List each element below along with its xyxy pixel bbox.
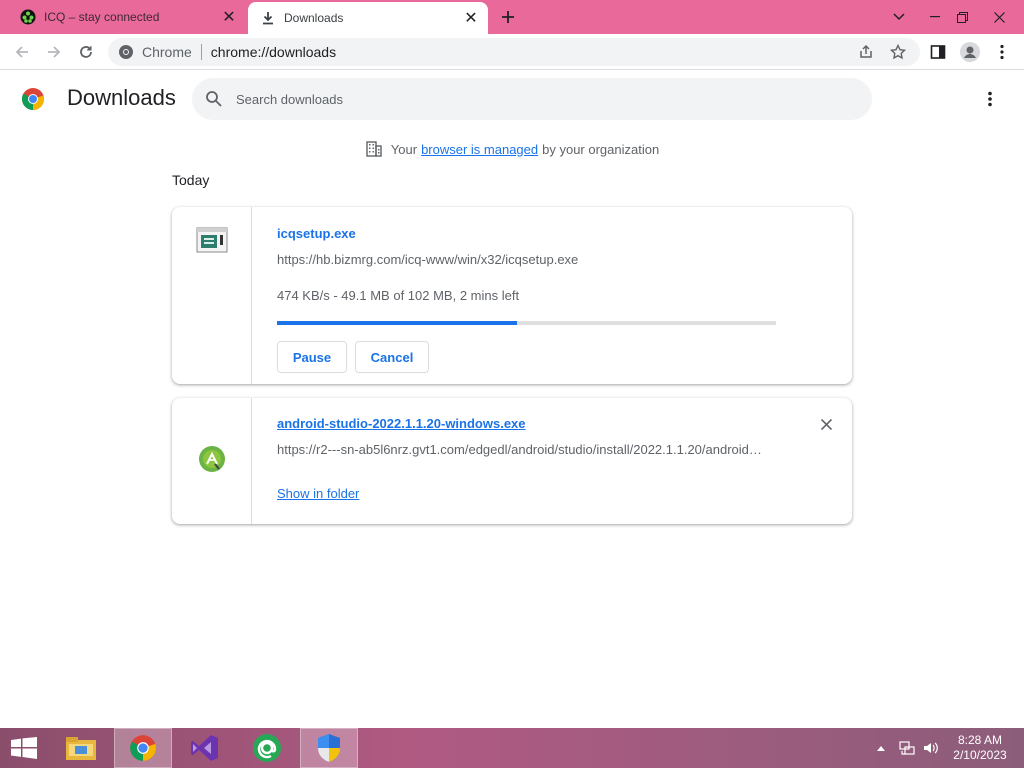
toolbar: Chrome chrome://downloads	[0, 34, 1024, 70]
visual-studio-icon[interactable]	[176, 728, 234, 768]
android-studio-icon	[198, 445, 226, 478]
building-icon	[365, 140, 383, 158]
site-chip: Chrome	[142, 44, 192, 60]
remove-from-list-icon[interactable]	[816, 414, 836, 434]
tab-strip: ICQ – stay connected ✕ Downloads ✕	[0, 0, 1024, 34]
tab-search-icon[interactable]	[882, 0, 916, 34]
new-tab-button[interactable]	[496, 5, 520, 29]
cancel-button[interactable]: Cancel	[355, 341, 429, 373]
search-downloads[interactable]	[192, 78, 872, 120]
page-title: Downloads	[67, 85, 176, 110]
back-button[interactable]	[10, 40, 34, 64]
pause-button[interactable]: Pause	[277, 341, 347, 373]
file-name-link[interactable]: android-studio-2022.1.1.20-windows.exe	[277, 416, 526, 431]
download-item: android-studio-2022.1.1.20-windows.exe h…	[172, 398, 852, 524]
tab-title: ICQ – stay connected	[44, 10, 160, 24]
chrome-logo-icon	[21, 87, 45, 111]
downloads-header: Downloads	[0, 70, 1024, 128]
managed-notice: Your browser is managed by your organiza…	[0, 140, 1024, 158]
address-bar[interactable]: Chrome chrome://downloads	[108, 38, 920, 66]
source-url[interactable]: https://hb.bizmrg.com/icq-www/win/x32/ic…	[277, 252, 777, 267]
clock-date: 2/10/2023	[953, 748, 1007, 762]
system-clock[interactable]: 8:28 AM 2/10/2023	[944, 733, 1016, 763]
bookmark-star-icon[interactable]	[886, 40, 910, 64]
date-heading: Today	[172, 172, 210, 188]
share-icon[interactable]	[854, 40, 878, 64]
managed-suffix: by your organization	[542, 141, 660, 157]
clock-time: 8:28 AM	[957, 733, 1003, 747]
source-url[interactable]: https://r2---sn-ab5l6nrz.gvt1.com/edgedl…	[277, 442, 774, 457]
search-input[interactable]	[236, 91, 836, 107]
search-icon	[204, 89, 224, 109]
tab-icq[interactable]: ICQ – stay connected ✕	[8, 0, 246, 34]
profile-avatar[interactable]	[958, 40, 982, 64]
progress-fill	[277, 321, 517, 325]
chrome-menu-icon[interactable]	[990, 40, 1014, 64]
file-explorer-icon[interactable]	[52, 728, 110, 768]
browser-managed-link[interactable]: browser is managed	[421, 142, 538, 157]
restore-button[interactable]	[945, 0, 979, 34]
chrome-taskbar-icon[interactable]	[114, 728, 172, 768]
file-name-link[interactable]: icqsetup.exe	[277, 226, 356, 241]
download-icon	[260, 10, 276, 26]
url-text: chrome://downloads	[210, 44, 337, 60]
download-status: 474 KB/s - 49.1 MB of 102 MB, 2 mins lef…	[277, 288, 520, 303]
close-tab-icon[interactable]: ✕	[460, 7, 482, 29]
tab-downloads[interactable]: Downloads ✕	[248, 2, 488, 34]
tab-title: Downloads	[284, 11, 344, 25]
show-hidden-icons-icon[interactable]	[872, 728, 890, 768]
close-window-button[interactable]	[982, 0, 1016, 34]
close-tab-icon[interactable]: ✕	[218, 6, 240, 28]
omnibox-divider	[200, 44, 202, 60]
windows-taskbar: 8:28 AM 2/10/2023	[0, 728, 1024, 768]
chrome-site-icon	[118, 44, 134, 60]
icq-icon	[20, 9, 36, 25]
network-icon[interactable]	[896, 728, 918, 768]
exe-file-icon	[196, 227, 228, 384]
more-actions-icon[interactable]	[978, 87, 1002, 111]
managed-prefix: Your	[390, 141, 418, 157]
side-panel-icon[interactable]	[926, 40, 950, 64]
forward-button[interactable]	[42, 40, 66, 64]
uac-shield-icon[interactable]	[300, 728, 358, 768]
reload-button[interactable]	[74, 40, 98, 64]
show-in-folder-link[interactable]: Show in folder	[277, 486, 359, 501]
start-button[interactable]	[0, 728, 48, 768]
volume-icon[interactable]	[920, 728, 942, 768]
download-item: icqsetup.exe https://hb.bizmrg.com/icq-w…	[172, 207, 852, 384]
download-progress-bar	[277, 321, 776, 325]
mail-app-icon[interactable]	[238, 728, 296, 768]
